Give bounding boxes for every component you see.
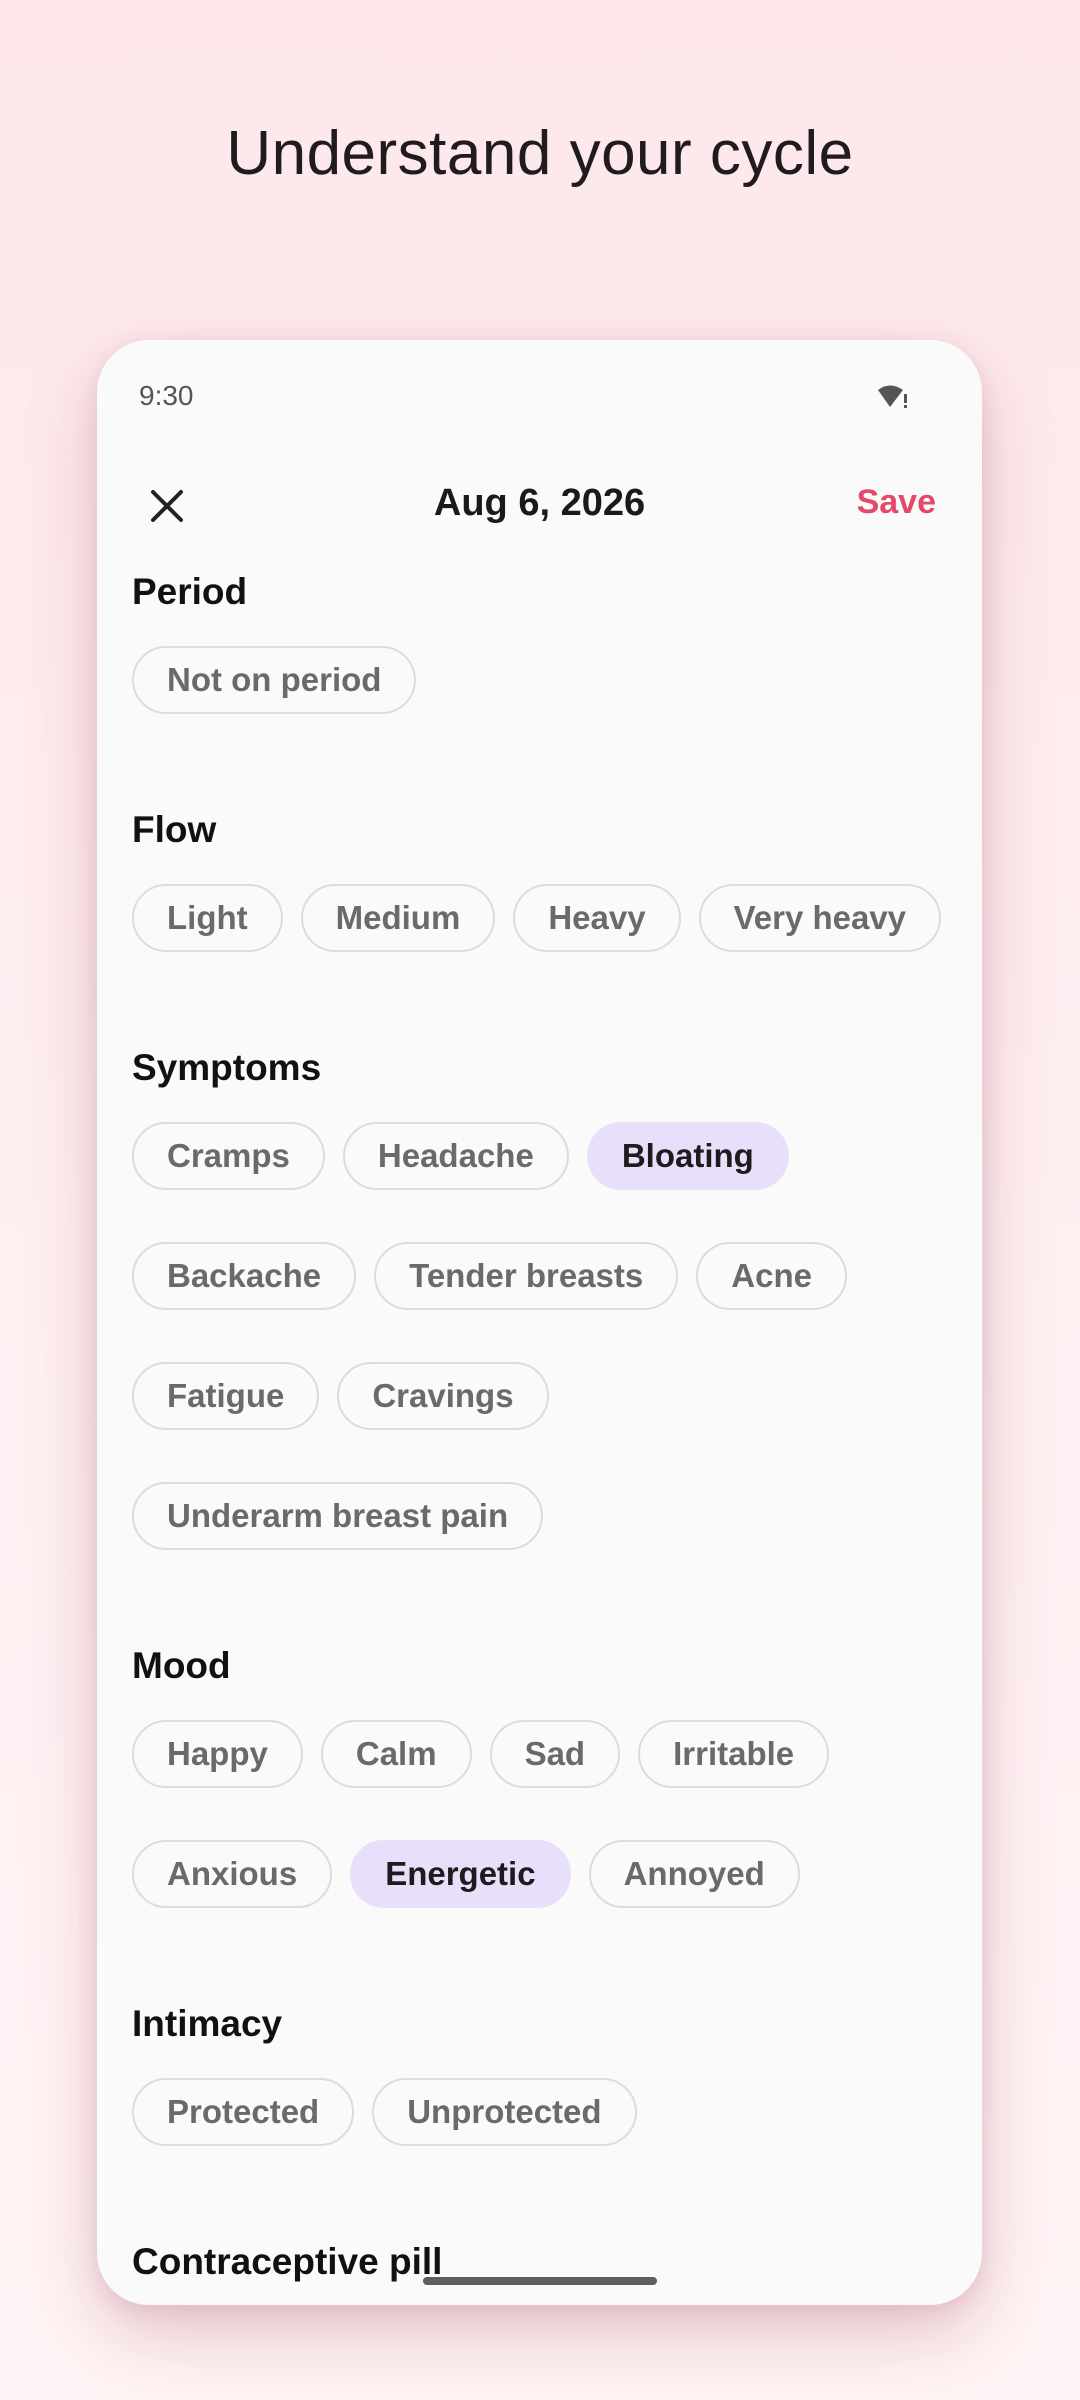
section-title-mood: Mood: [132, 1645, 231, 1686]
chip-protected[interactable]: Protected: [132, 2078, 355, 2146]
section-mood: Mood Happy Calm Sad Irritable Anxious En…: [132, 1636, 947, 1908]
save-button[interactable]: Save: [857, 483, 936, 522]
status-bar: 9:30: [139, 376, 940, 416]
chip-light[interactable]: Light: [132, 884, 283, 952]
chips-intimacy: Protected Unprotected: [132, 2078, 947, 2146]
home-indicator[interactable]: [422, 2277, 657, 2285]
section-title-symptoms: Symptoms: [132, 1047, 322, 1088]
chip-fatigue[interactable]: Fatigue: [132, 1362, 320, 1430]
status-time: 9:30: [139, 380, 194, 411]
chips-period: Not on period: [132, 646, 947, 714]
chip-heavy[interactable]: Heavy: [513, 884, 681, 952]
chip-cravings[interactable]: Cravings: [337, 1362, 549, 1430]
chip-not-on-period[interactable]: Not on period: [132, 646, 417, 714]
chip-very-heavy[interactable]: Very heavy: [698, 884, 942, 952]
section-symptoms: Symptoms Cramps Headache Bloating Backac…: [132, 1038, 947, 1550]
chip-medium[interactable]: Medium: [300, 884, 496, 952]
log-content: Period Not on period Flow Light Medium H…: [132, 562, 947, 2292]
section-title-flow: Flow: [132, 809, 217, 850]
chip-cramps[interactable]: Cramps: [132, 1122, 325, 1190]
chip-headache[interactable]: Headache: [342, 1122, 569, 1190]
chip-irritable[interactable]: Irritable: [638, 1720, 830, 1788]
section-title-intimacy: Intimacy: [132, 2003, 283, 2044]
chip-backache[interactable]: Backache: [132, 1242, 357, 1310]
chip-sad[interactable]: Sad: [489, 1720, 621, 1788]
section-title-period: Period: [132, 571, 248, 612]
chip-anxious[interactable]: Anxious: [132, 1840, 333, 1908]
chip-energetic[interactable]: Energetic: [350, 1840, 571, 1908]
section-intimacy: Intimacy Protected Unprotected: [132, 1994, 947, 2146]
chip-calm[interactable]: Calm: [320, 1720, 472, 1788]
chip-tender-breasts[interactable]: Tender breasts: [374, 1242, 679, 1310]
chip-unprotected[interactable]: Unprotected: [372, 2078, 637, 2146]
chip-bloating[interactable]: Bloating: [586, 1122, 789, 1190]
wifi-alert-icon: [878, 385, 907, 408]
chips-mood: Happy Calm Sad Irritable Anxious Energet…: [132, 1720, 947, 1908]
status-icons: [876, 381, 910, 411]
chip-happy[interactable]: Happy: [132, 1720, 303, 1788]
section-period: Period Not on period: [132, 562, 947, 714]
chip-underarm-breast-pain[interactable]: Underarm breast pain: [132, 1482, 544, 1550]
promo-title: Understand your cycle: [226, 119, 854, 188]
section-flow: Flow Light Medium Heavy Very heavy: [132, 800, 947, 952]
date-title: Aug 6, 2026: [433, 482, 646, 524]
chips-symptoms: Cramps Headache Bloating Backache Tender…: [132, 1122, 947, 1550]
phone-frame: 9:30 Aug 6, 2026 Save Period Not on peri…: [97, 340, 982, 2305]
chips-flow: Light Medium Heavy Very heavy: [132, 884, 947, 952]
chip-annoyed[interactable]: Annoyed: [588, 1840, 800, 1908]
chip-acne[interactable]: Acne: [696, 1242, 847, 1310]
